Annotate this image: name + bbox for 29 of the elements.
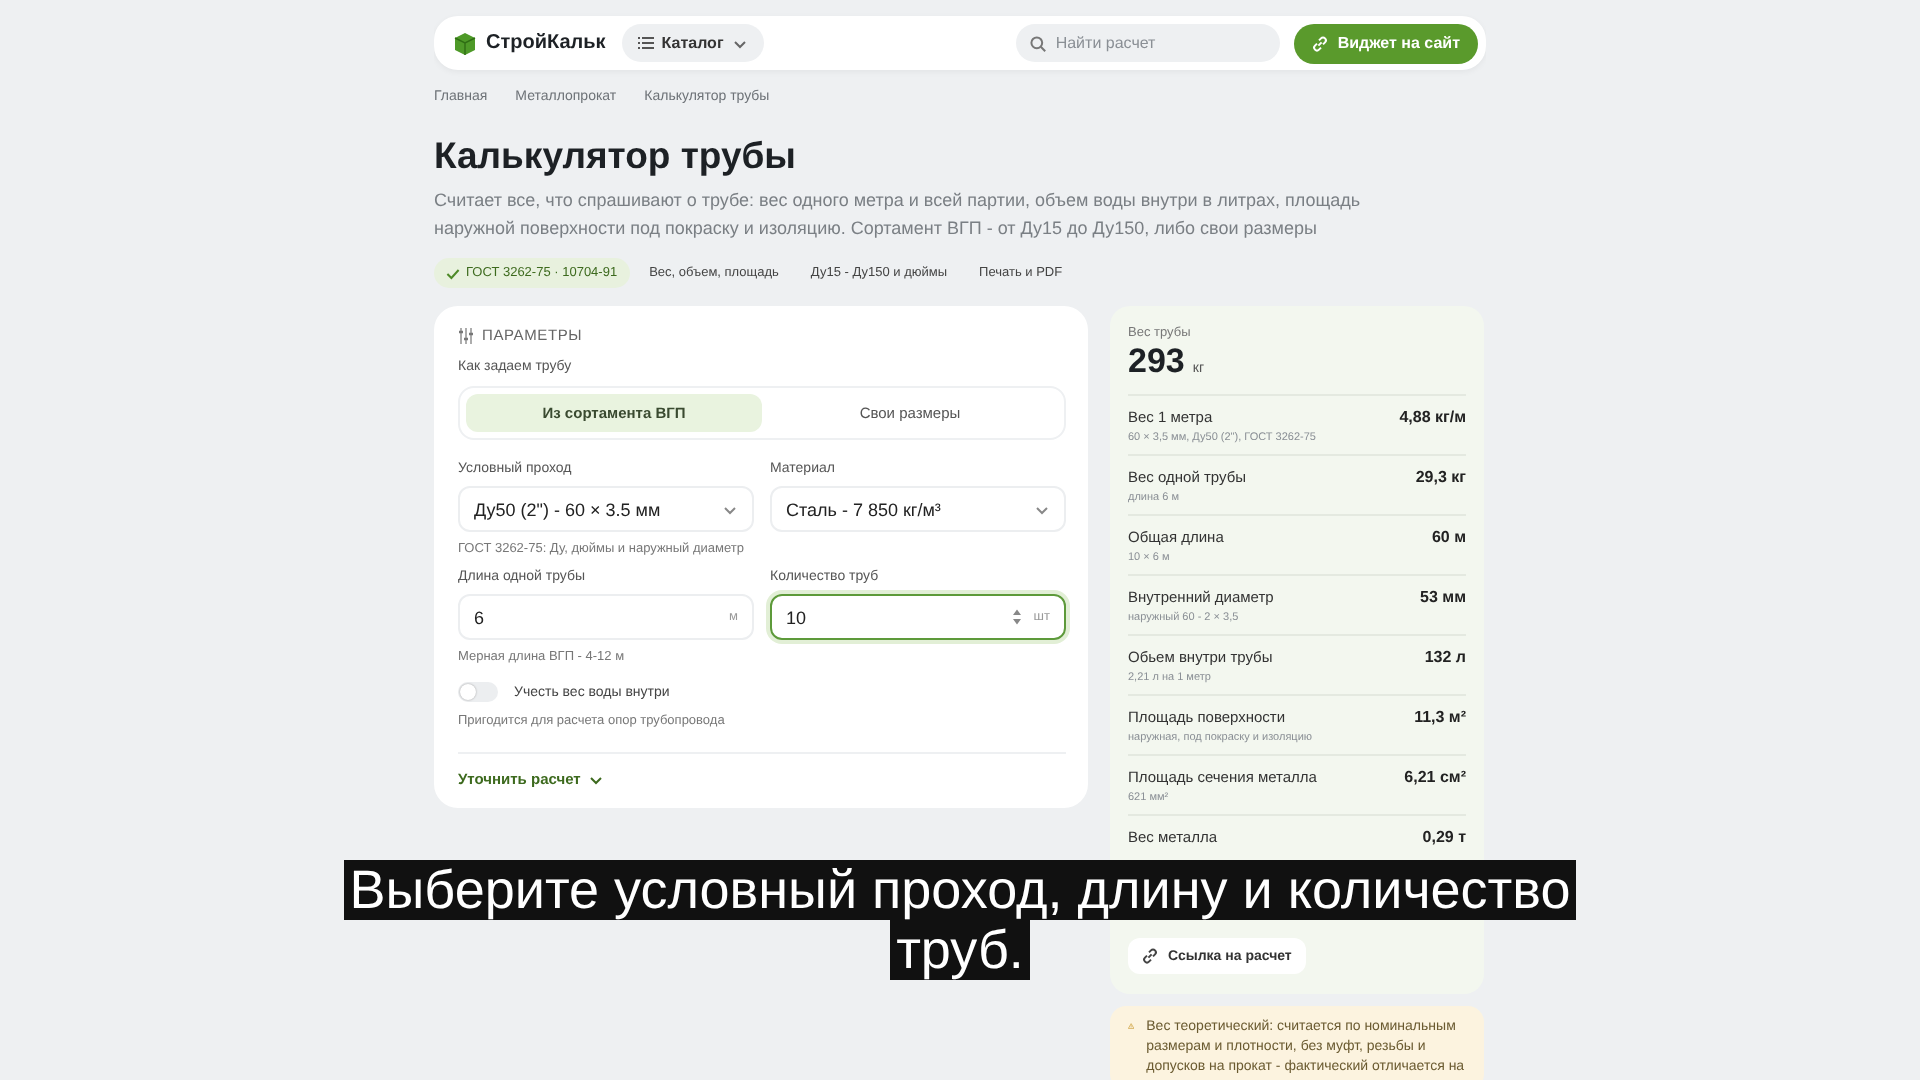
result-value: 6,21 см² [1404, 768, 1466, 790]
link-icon [1311, 35, 1328, 51]
sliders-icon [458, 327, 474, 343]
link-icon [1142, 948, 1158, 964]
check-icon [446, 267, 460, 279]
caret-icon [588, 771, 605, 787]
caret-icon [731, 35, 748, 51]
logo-text: СтройКальк [486, 32, 606, 54]
result-value: 11,3 м² [1414, 708, 1466, 730]
stepper-icon [1011, 608, 1022, 626]
select-field[interactable]: Сталь - 7 850 кг/м³ [770, 486, 1066, 532]
result-value: 29,3 кг [1415, 468, 1466, 490]
caret-icon [722, 501, 738, 517]
cube-icon [454, 31, 476, 55]
result-value: 53 мм [1420, 588, 1466, 610]
result-value: 0,29 т [1422, 828, 1466, 850]
result-value: 4,88 кг/м [1399, 408, 1466, 430]
catalog-button[interactable]: Каталог [621, 24, 764, 62]
toggle-switch[interactable] [458, 682, 498, 702]
list-icon [637, 36, 654, 50]
select-field[interactable]: Ду50 (2") - 60 × 3.5 мм [458, 486, 754, 532]
page-description: Считает все, что спрашивают о трубе: вес одного метра и всей партии, объем воды внутри в литрах, площадь наружной поверхности под покраску и изоляцию. Сортамент ВГП - от Ду15 до Ду150, либо свои размеры [434, 188, 1363, 242]
warning-icon [1128, 1018, 1135, 1034]
total-value: 293 [1128, 342, 1185, 382]
result-value: 60 м [1431, 528, 1466, 550]
page-title: Калькулятор трубы [434, 134, 798, 178]
result-value: 132 л [1424, 648, 1466, 670]
caret-icon [1034, 501, 1050, 517]
search-icon [1029, 35, 1046, 51]
